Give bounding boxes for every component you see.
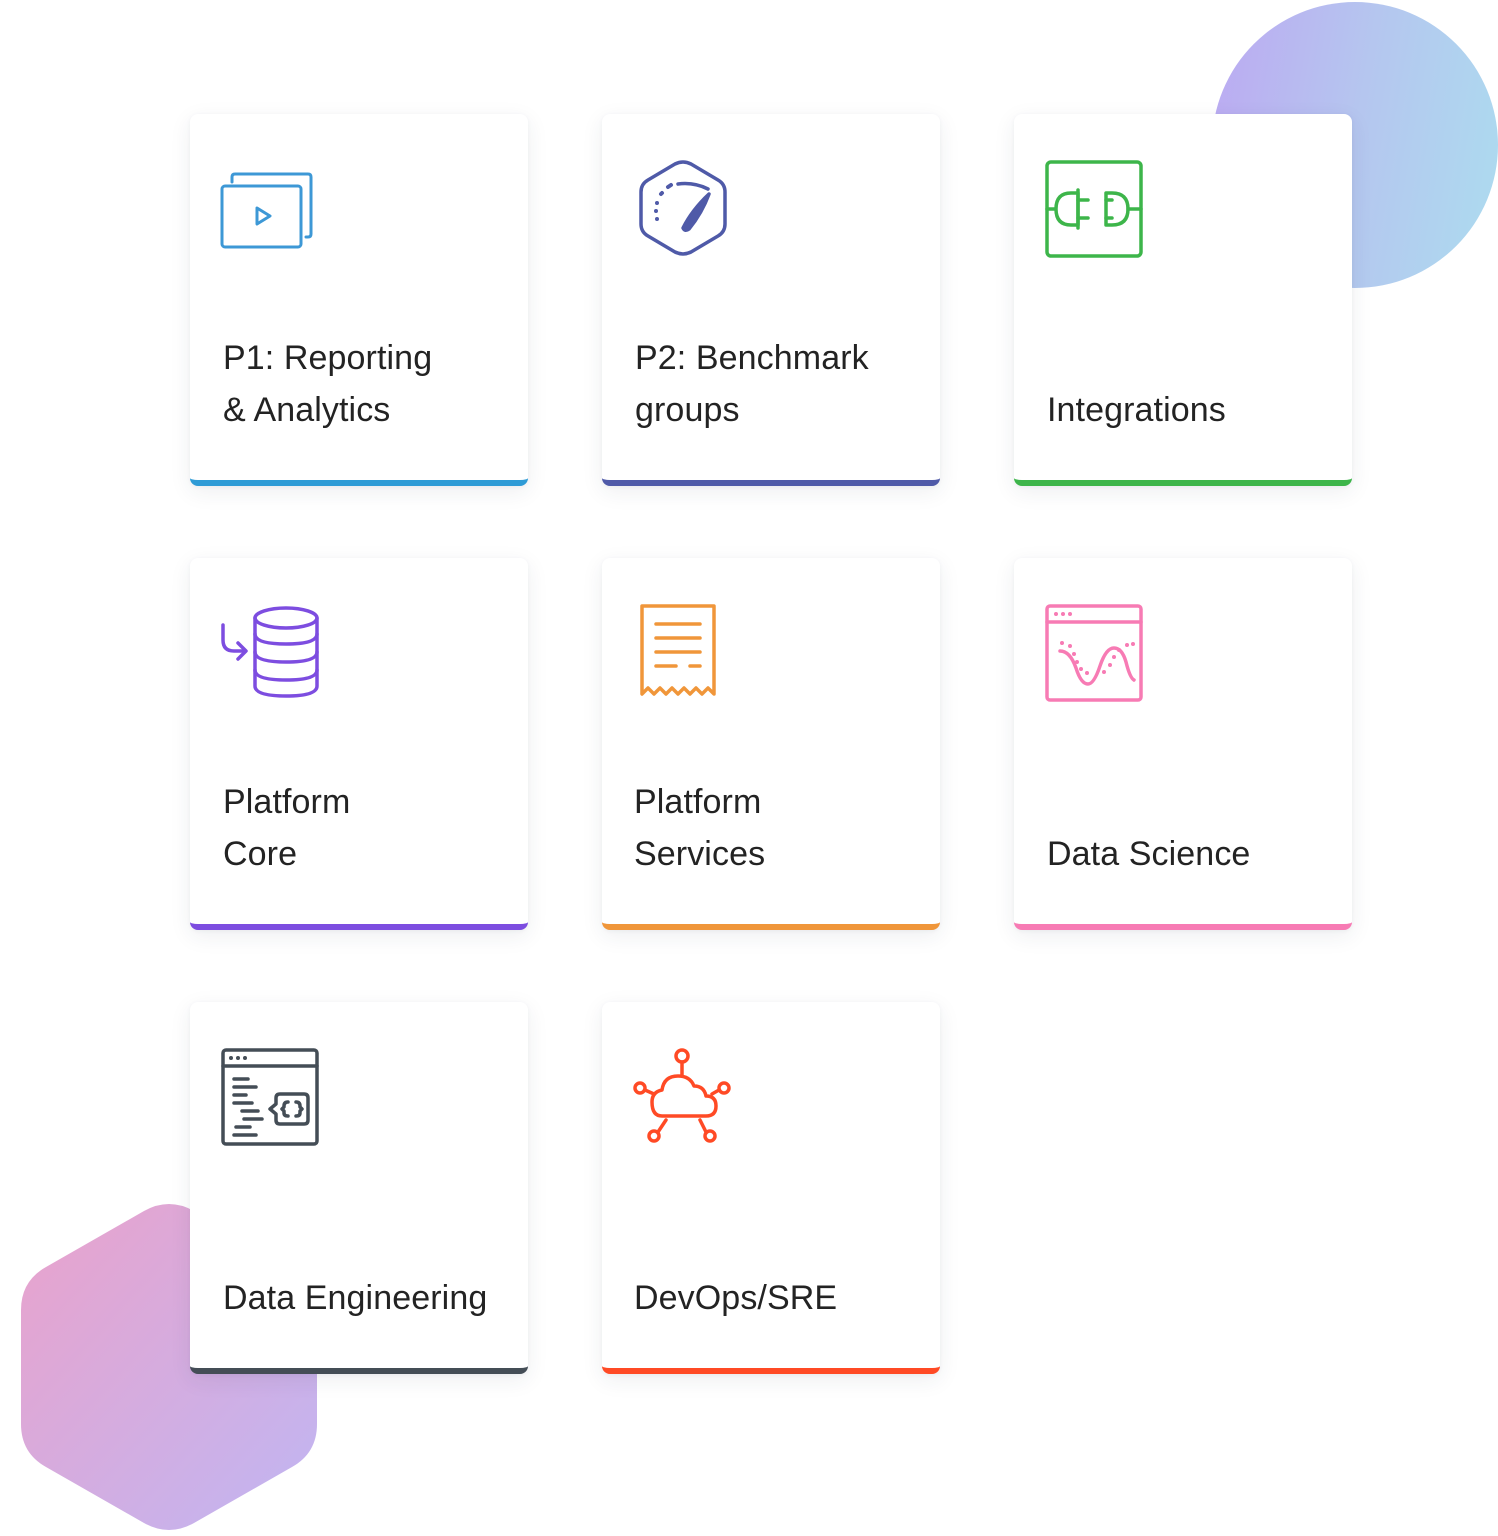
plug-connector-icon	[1044, 158, 1148, 262]
card-title: P1: Reporting & Analytics	[223, 339, 433, 429]
code-window-icon	[220, 1046, 324, 1150]
card-platform-services[interactable]: Platform Services	[602, 558, 940, 930]
card-data-science[interactable]: Data Science	[1014, 558, 1352, 930]
database-import-icon	[220, 602, 324, 706]
video-slides-icon	[220, 158, 324, 262]
card-title: Integrations	[1047, 391, 1226, 429]
card-title: DevOps/SRE	[634, 1279, 838, 1317]
receipt-icon	[632, 602, 736, 706]
card-title: Data Engineering	[223, 1279, 488, 1317]
card-data-engineering[interactable]: Data Engineering	[190, 1002, 528, 1374]
card-title: Data Science	[1047, 835, 1251, 873]
card-title: Platform Services	[634, 783, 766, 873]
card-devops-sre[interactable]: DevOps/SRE	[602, 1002, 940, 1374]
card-title: Platform Core	[223, 783, 351, 873]
card-platform-core[interactable]: Platform Core	[190, 558, 528, 930]
chart-window-icon	[1044, 602, 1148, 706]
card-title: P2: Benchmark groups	[635, 339, 869, 429]
card-integrations[interactable]: Integrations	[1014, 114, 1352, 486]
card-benchmark-groups[interactable]: P2: Benchmark groups	[602, 114, 940, 486]
cloud-network-icon	[632, 1046, 736, 1150]
speedometer-hexagon-icon	[632, 158, 736, 262]
card-reporting-analytics[interactable]: P1: Reporting & Analytics	[190, 114, 528, 486]
